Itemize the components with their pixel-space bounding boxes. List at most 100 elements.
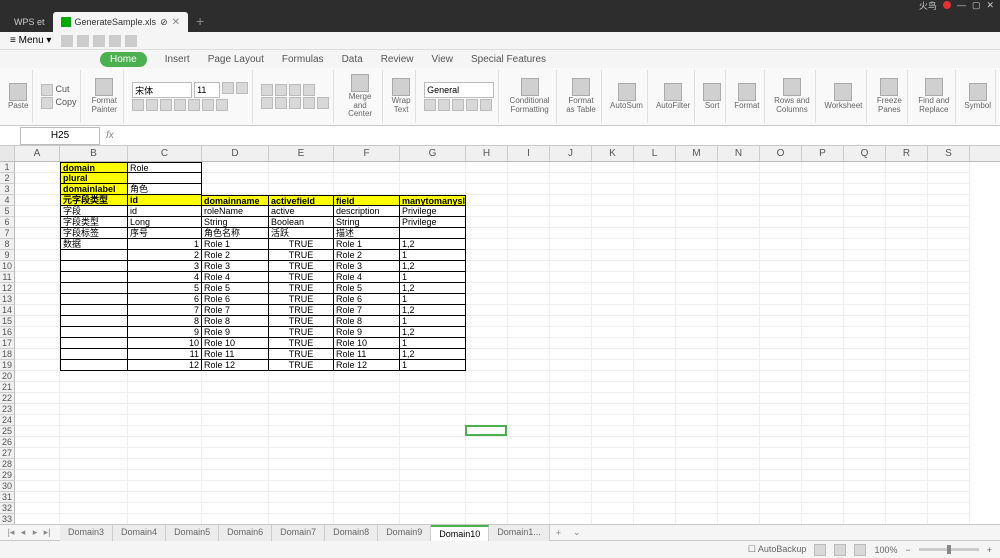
cell[interactable] <box>886 228 928 239</box>
cell[interactable] <box>760 338 802 349</box>
cell[interactable] <box>60 272 128 283</box>
cell[interactable] <box>400 173 466 184</box>
cell[interactable] <box>634 503 676 514</box>
cell[interactable] <box>466 404 508 415</box>
cell[interactable]: 12 <box>128 360 202 371</box>
cell[interactable] <box>802 250 844 261</box>
percent-icon[interactable] <box>438 99 450 111</box>
cell[interactable] <box>592 173 634 184</box>
cell[interactable] <box>928 173 970 184</box>
cell[interactable] <box>676 316 718 327</box>
cell[interactable] <box>466 481 508 492</box>
cell[interactable] <box>886 437 928 448</box>
cell[interactable] <box>269 481 334 492</box>
cell[interactable]: 1 <box>400 316 466 327</box>
cell[interactable] <box>886 349 928 360</box>
copy-icon[interactable] <box>41 97 53 109</box>
cell[interactable] <box>886 305 928 316</box>
cell[interactable] <box>844 327 886 338</box>
cell[interactable] <box>15 371 60 382</box>
cell[interactable] <box>802 184 844 195</box>
cell[interactable] <box>928 492 970 503</box>
view-reading-icon[interactable] <box>854 544 866 556</box>
cell[interactable] <box>466 294 508 305</box>
autofilter-icon[interactable] <box>664 83 682 101</box>
cell[interactable] <box>928 349 970 360</box>
cell[interactable] <box>592 448 634 459</box>
cell[interactable] <box>508 173 550 184</box>
cell[interactable] <box>634 393 676 404</box>
clear-format-icon[interactable] <box>216 99 228 111</box>
cell[interactable] <box>802 239 844 250</box>
cell[interactable] <box>508 514 550 524</box>
cell[interactable] <box>760 327 802 338</box>
col-head-I[interactable]: I <box>508 146 550 161</box>
name-box[interactable] <box>20 127 100 145</box>
cell[interactable] <box>928 404 970 415</box>
cell[interactable] <box>508 294 550 305</box>
cell[interactable] <box>886 316 928 327</box>
cell[interactable] <box>400 492 466 503</box>
zoom-slider[interactable] <box>919 548 979 551</box>
cell[interactable] <box>676 426 718 437</box>
fx-icon[interactable]: fx <box>106 130 114 141</box>
cell[interactable] <box>802 426 844 437</box>
cell[interactable] <box>676 305 718 316</box>
cell[interactable] <box>844 261 886 272</box>
cell[interactable] <box>676 503 718 514</box>
cell[interactable] <box>634 272 676 283</box>
cell[interactable] <box>760 426 802 437</box>
cell[interactable] <box>550 470 592 481</box>
col-head-O[interactable]: O <box>760 146 802 161</box>
cell[interactable]: Role 6 <box>202 294 269 305</box>
cell[interactable] <box>592 470 634 481</box>
ribbon-tab-home[interactable]: Home <box>100 52 147 67</box>
cell[interactable] <box>802 514 844 524</box>
cell[interactable] <box>466 360 508 371</box>
format-painter-icon[interactable] <box>95 78 113 96</box>
cell[interactable] <box>334 448 400 459</box>
cell[interactable] <box>760 250 802 261</box>
cell[interactable] <box>844 294 886 305</box>
row-head[interactable]: 18 <box>0 349 15 360</box>
cell[interactable]: 2 <box>128 250 202 261</box>
sheet-tab[interactable]: Domain3 <box>60 525 113 541</box>
cell[interactable] <box>802 382 844 393</box>
cell[interactable] <box>334 415 400 426</box>
cell[interactable] <box>886 503 928 514</box>
cell[interactable] <box>844 371 886 382</box>
cell[interactable] <box>466 371 508 382</box>
cell[interactable] <box>718 173 760 184</box>
cell[interactable] <box>844 393 886 404</box>
cell[interactable] <box>592 195 634 206</box>
cell[interactable] <box>844 184 886 195</box>
cell[interactable] <box>760 492 802 503</box>
cell[interactable] <box>676 415 718 426</box>
cell[interactable] <box>466 250 508 261</box>
cell[interactable] <box>634 470 676 481</box>
cell[interactable] <box>202 371 269 382</box>
cell[interactable] <box>15 305 60 316</box>
row-head[interactable]: 28 <box>0 459 15 470</box>
cell[interactable] <box>760 393 802 404</box>
cell[interactable]: TRUE <box>269 261 334 272</box>
cell[interactable] <box>760 459 802 470</box>
cell[interactable] <box>466 305 508 316</box>
cell[interactable] <box>802 173 844 184</box>
cell[interactable] <box>550 239 592 250</box>
cell[interactable] <box>60 371 128 382</box>
cell[interactable] <box>886 470 928 481</box>
cell[interactable] <box>634 184 676 195</box>
cell[interactable]: active <box>269 206 334 217</box>
cell[interactable] <box>802 415 844 426</box>
cell[interactable]: 11 <box>128 349 202 360</box>
cell[interactable]: domainname <box>202 195 269 206</box>
cell[interactable] <box>60 305 128 316</box>
cell[interactable] <box>15 173 60 184</box>
cell[interactable] <box>466 184 508 195</box>
cell[interactable]: String <box>334 217 400 228</box>
cell[interactable] <box>634 195 676 206</box>
col-head-B[interactable]: B <box>60 146 128 161</box>
cell[interactable] <box>802 217 844 228</box>
cell[interactable] <box>802 503 844 514</box>
